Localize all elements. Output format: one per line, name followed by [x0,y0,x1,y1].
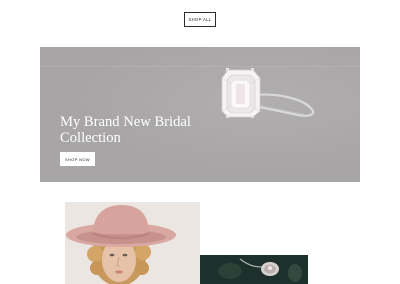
shop-now-button[interactable]: SHOP NOW [60,152,95,166]
woman-pink-hat-illustration [65,202,200,284]
hero-banner: My Brand New Bridal Collection SHOP NOW [40,47,360,182]
jewelry-closeup-image[interactable] [200,255,308,284]
hero-title: My Brand New Bridal Collection [60,114,191,146]
page: SHOP ALL My Brand New Bridal Collection … [0,0,400,284]
jewelry-illustration [200,255,308,284]
shop-all-button[interactable]: SHOP ALL [184,12,216,27]
woman-pink-hat-image[interactable] [65,202,200,284]
